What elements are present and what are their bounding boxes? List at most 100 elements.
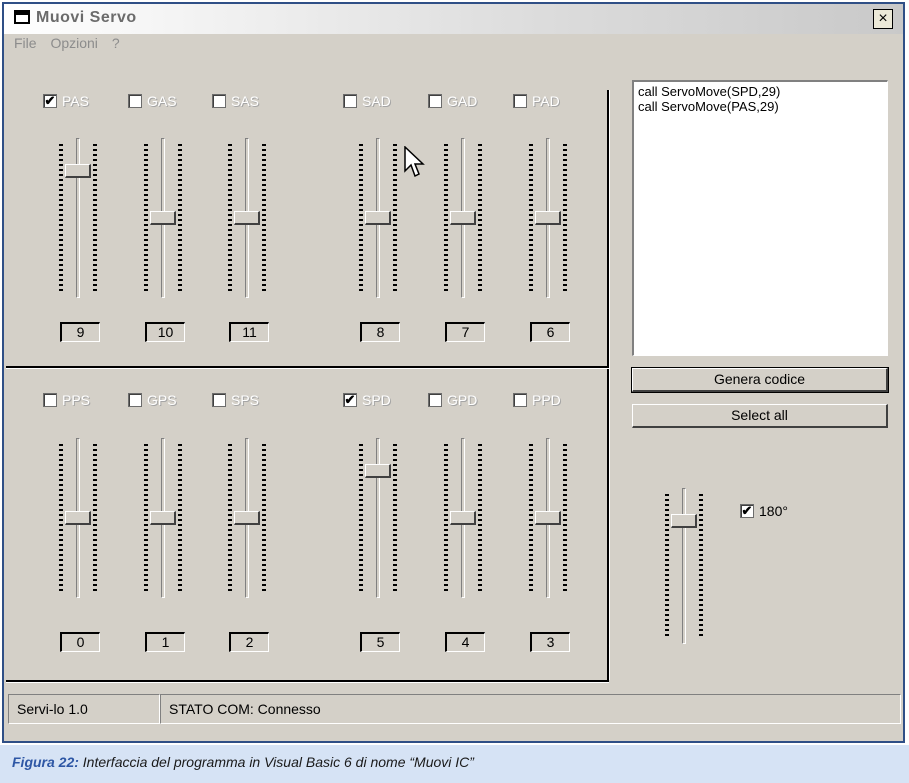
genera-codice-button[interactable]: Genera codice	[631, 367, 889, 393]
servo-number: 7	[445, 322, 485, 342]
servo-checkbox-ppd[interactable]: PPD	[513, 391, 561, 409]
servo-slider-gas[interactable]	[141, 138, 185, 298]
window-title: Muovi Servo	[36, 9, 137, 26]
slider-ticks	[228, 144, 232, 292]
slider-ticks	[144, 444, 148, 592]
servo-checkbox-gps[interactable]: GPS	[128, 391, 177, 409]
checkbox-box[interactable]	[128, 393, 142, 407]
servo-slider-sad[interactable]	[356, 138, 400, 298]
slider-thumb[interactable]	[535, 511, 561, 525]
servo-slider-gpd[interactable]	[441, 438, 485, 598]
menu-opzioni[interactable]: Opzioni	[50, 35, 97, 51]
servo-slider-gps[interactable]	[141, 438, 185, 598]
servo-label: GAD	[447, 93, 478, 109]
menu-help[interactable]: ?	[112, 35, 120, 51]
slider-thumb[interactable]	[150, 211, 176, 225]
servo-checkbox-sas[interactable]: SAS	[212, 92, 259, 110]
checkbox-box[interactable]: ✔	[43, 94, 57, 108]
code-line[interactable]: call ServoMove(PAS,29)	[638, 99, 883, 114]
servo-checkbox-pas[interactable]: ✔ PAS	[43, 92, 89, 110]
menu-bar: File Opzioni ?	[14, 35, 130, 57]
slider-ticks	[178, 444, 182, 592]
checkbox-box[interactable]	[212, 393, 226, 407]
slider-ticks	[59, 144, 63, 292]
slider-ticks	[178, 144, 182, 292]
servo-label: GPD	[447, 392, 478, 408]
checkbox-box[interactable]	[428, 393, 442, 407]
option-180-label: 180°	[759, 503, 788, 519]
slider-ticks	[478, 444, 482, 592]
servo-label: PAD	[532, 93, 560, 109]
servo-slider-gad[interactable]	[441, 138, 485, 298]
slider-ticks	[359, 444, 363, 592]
servo-checkbox-gad[interactable]: GAD	[428, 92, 477, 110]
checkbox-box[interactable]	[513, 94, 527, 108]
code-listbox[interactable]: call ServoMove(SPD,29) call ServoMove(PA…	[632, 80, 888, 356]
select-all-button[interactable]: Select all	[632, 404, 888, 428]
servo-checkbox-pad[interactable]: PAD	[513, 92, 560, 110]
option-180-checkbox[interactable]: ✔ 180°	[740, 502, 788, 520]
servo-slider-pas[interactable]	[56, 138, 100, 298]
servo-slider-ppd[interactable]	[526, 438, 570, 598]
slider-ticks	[262, 144, 266, 292]
servo-checkbox-spd[interactable]: ✔ SPD	[343, 391, 391, 409]
slider-thumb[interactable]	[234, 211, 260, 225]
slider-thumb[interactable]	[234, 511, 260, 525]
slider-ticks	[59, 444, 63, 592]
servo-slider-pps[interactable]	[56, 438, 100, 598]
checkbox-box[interactable]	[43, 393, 57, 407]
slider-ticks	[444, 144, 448, 292]
servo-slider-sas[interactable]	[225, 138, 269, 298]
checkbox-box[interactable]: ✔	[343, 393, 357, 407]
slider-ticks	[529, 444, 533, 592]
checkbox-box[interactable]	[428, 94, 442, 108]
slider-thumb[interactable]	[65, 164, 91, 178]
slider-ticks	[393, 444, 397, 592]
slider-ticks	[393, 144, 397, 292]
servo-number: 4	[445, 632, 485, 652]
servo-number: 5	[360, 632, 400, 652]
window-icon	[14, 10, 30, 24]
title-bar[interactable]: Muovi Servo ×	[4, 4, 903, 34]
close-button[interactable]: ×	[873, 9, 893, 29]
servo-label: PAS	[62, 93, 89, 109]
slider-thumb[interactable]	[671, 514, 697, 528]
slider-ticks	[359, 144, 363, 292]
checkbox-box[interactable]	[212, 94, 226, 108]
slider-thumb[interactable]	[150, 511, 176, 525]
slider-thumb[interactable]	[450, 211, 476, 225]
servo-number: 1	[145, 632, 185, 652]
checkbox-box[interactable]: ✔	[740, 504, 754, 518]
slider-ticks	[699, 494, 703, 638]
checkbox-box[interactable]	[513, 393, 527, 407]
servo-checkbox-gpd[interactable]: GPD	[428, 391, 477, 409]
servo-label: SPS	[231, 392, 260, 408]
servo-slider-spd[interactable]	[356, 438, 400, 598]
servo-slider-sps[interactable]	[225, 438, 269, 598]
slider-track	[682, 488, 686, 644]
slider-ticks	[93, 144, 97, 292]
code-line[interactable]: call ServoMove(SPD,29)	[638, 84, 883, 99]
menu-file[interactable]: File	[14, 35, 37, 51]
range-slider[interactable]	[662, 488, 706, 644]
slider-thumb[interactable]	[365, 211, 391, 225]
slider-ticks	[563, 444, 567, 592]
slider-thumb[interactable]	[365, 464, 391, 478]
checkbox-box[interactable]	[128, 94, 142, 108]
slider-thumb[interactable]	[535, 211, 561, 225]
slider-track	[376, 438, 380, 598]
slider-thumb[interactable]	[65, 511, 91, 525]
servo-checkbox-pps[interactable]: PPS	[43, 391, 90, 409]
mouse-cursor-icon	[404, 146, 425, 178]
caption-lead: Figura 22:	[12, 754, 79, 770]
slider-thumb[interactable]	[450, 511, 476, 525]
servo-slider-pad[interactable]	[526, 138, 570, 298]
servo-checkbox-sad[interactable]: SAD	[343, 92, 391, 110]
status-version: Servi-lo 1.0	[8, 694, 160, 724]
servo-number: 2	[229, 632, 269, 652]
checkbox-box[interactable]	[343, 94, 357, 108]
panel-horizontal-divider	[6, 366, 609, 369]
slider-ticks	[529, 144, 533, 292]
servo-checkbox-gas[interactable]: GAS	[128, 92, 177, 110]
servo-checkbox-sps[interactable]: SPS	[212, 391, 259, 409]
